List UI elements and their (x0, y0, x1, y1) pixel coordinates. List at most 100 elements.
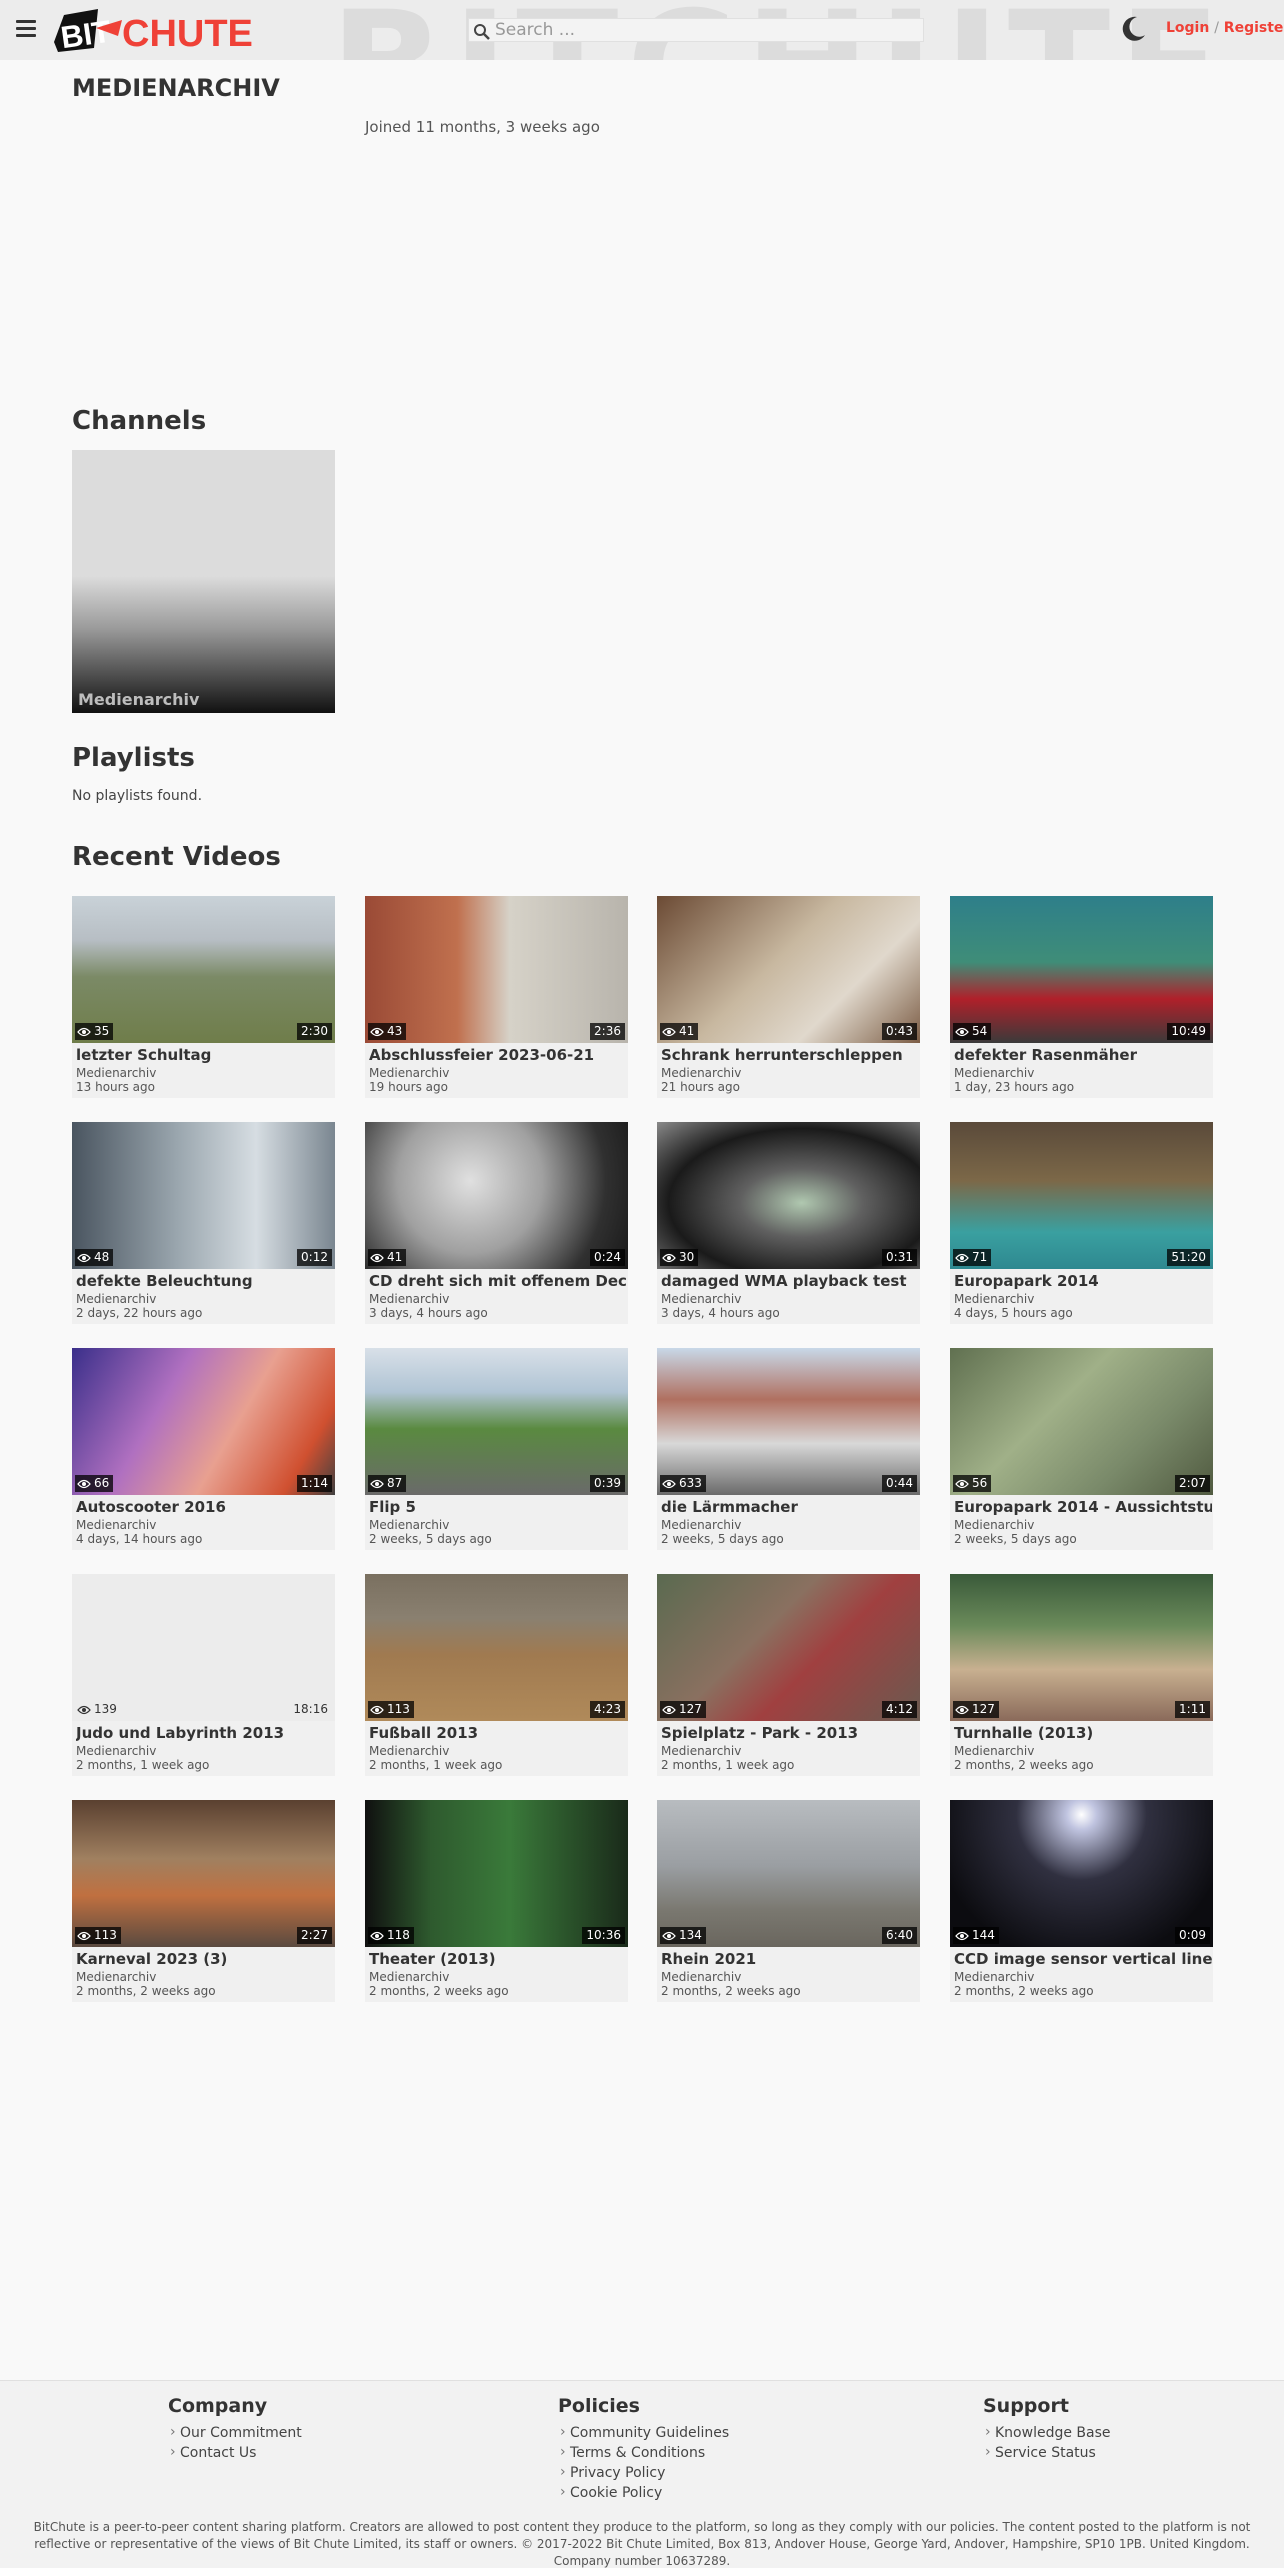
video-channel[interactable]: Medienarchiv (369, 1744, 449, 1758)
video-card[interactable]: 41 0:43 Schrank herrunterschleppen Medienar… (657, 896, 920, 1098)
video-thumbnail[interactable] (365, 1122, 628, 1269)
video-channel[interactable]: Medienarchiv (661, 1744, 741, 1758)
video-title[interactable]: Theater (2013) (369, 1950, 627, 1968)
video-thumbnail[interactable] (657, 1574, 920, 1721)
video-title[interactable]: Karneval 2023 (3) (76, 1950, 334, 1968)
video-card[interactable]: 41 0:24 CD dreht sich mit offenem Deckel Me… (365, 1122, 628, 1324)
video-title[interactable]: die Lärmmacher (661, 1498, 919, 1516)
video-title[interactable]: Europapark 2014 (954, 1272, 1212, 1290)
video-channel[interactable]: Medienarchiv (76, 1066, 156, 1080)
video-title[interactable]: defekter Rasenmäher (954, 1046, 1212, 1064)
video-channel[interactable]: Medienarchiv (369, 1518, 449, 1532)
video-thumbnail[interactable] (72, 1122, 335, 1269)
footer-link-service-status[interactable]: Service Status (983, 2442, 1111, 2463)
video-channel[interactable]: Medienarchiv (954, 1744, 1034, 1758)
video-card[interactable]: 633 0:44 die Lärmmacher Medienarchiv 2 weeks… (657, 1348, 920, 1550)
video-channel[interactable]: Medienarchiv (954, 1066, 1034, 1080)
video-channel[interactable]: Medienarchiv (661, 1518, 741, 1532)
video-thumbnail[interactable] (950, 1348, 1213, 1495)
footer-link-terms[interactable]: Terms & Conditions (558, 2442, 729, 2463)
video-title[interactable]: CCD image sensor vertical lines (954, 1950, 1212, 1968)
video-channel[interactable]: Medienarchiv (369, 1066, 449, 1080)
login-link[interactable]: Login (1166, 20, 1209, 36)
video-card[interactable]: 144 0:09 CCD image sensor vertical lines Me… (950, 1800, 1213, 2002)
video-title[interactable]: Spielplatz - Park - 2013 (661, 1724, 919, 1742)
video-title[interactable]: Europapark 2014 - Aussichtsturm (954, 1498, 1212, 1516)
video-channel[interactable]: Medienarchiv (954, 1292, 1034, 1306)
video-duration: 0:39 (590, 1475, 625, 1492)
footer-link-our-commitment[interactable]: Our Commitment (168, 2422, 302, 2443)
dark-mode-moon-icon[interactable] (1118, 14, 1148, 44)
search-bar[interactable] (468, 18, 924, 42)
video-card[interactable]: 113 2:27 Karneval 2023 (3) Medienarchiv 2 mo… (72, 1800, 335, 2002)
video-card[interactable]: 87 0:39 Flip 5 Medienarchiv 2 weeks, 5 days … (365, 1348, 628, 1550)
video-title[interactable]: Fußball 2013 (369, 1724, 627, 1742)
footer-link-community-guidelines[interactable]: Community Guidelines (558, 2422, 729, 2443)
video-card[interactable]: 139 18:16 Judo und Labyrinth 2013 Medienarc… (72, 1574, 335, 1776)
video-card[interactable]: 71 51:20 Europapark 2014 Medienarchiv 4 days… (950, 1122, 1213, 1324)
video-thumbnail[interactable] (72, 896, 335, 1043)
video-thumbnail[interactable] (365, 1574, 628, 1721)
video-channel[interactable]: Medienarchiv (954, 1518, 1034, 1532)
video-channel[interactable]: Medienarchiv (369, 1970, 449, 1984)
video-card[interactable]: 30 0:31 damaged WMA playback test Medienarc… (657, 1122, 920, 1324)
video-title[interactable]: Schrank herrunterschleppen (661, 1046, 919, 1064)
hamburger-menu-icon[interactable] (16, 20, 36, 38)
footer-link-knowledge-base[interactable]: Knowledge Base (983, 2422, 1111, 2443)
search-input[interactable] (495, 19, 915, 41)
video-channel[interactable]: Medienarchiv (661, 1292, 741, 1306)
video-card[interactable]: 66 1:14 Autoscooter 2016 Medienarchiv 4 days… (72, 1348, 335, 1550)
video-title[interactable]: Autoscooter 2016 (76, 1498, 334, 1516)
video-card[interactable]: 127 4:12 Spielplatz - Park - 2013 Medienarc… (657, 1574, 920, 1776)
video-card[interactable]: 113 4:23 Fußball 2013 Medienarchiv 2 months,… (365, 1574, 628, 1776)
video-thumbnail[interactable] (657, 1122, 920, 1269)
video-title[interactable]: damaged WMA playback test (661, 1272, 919, 1290)
video-thumbnail[interactable] (950, 1574, 1213, 1721)
video-thumbnail[interactable] (365, 1800, 628, 1947)
video-thumbnail[interactable] (657, 896, 920, 1043)
video-channel[interactable]: Medienarchiv (76, 1744, 156, 1758)
video-channel[interactable]: Medienarchiv (954, 1970, 1034, 1984)
video-title[interactable]: letzter Schultag (76, 1046, 334, 1064)
video-title[interactable]: Flip 5 (369, 1498, 627, 1516)
channel-card[interactable]: Medienarchiv (72, 450, 335, 713)
video-thumbnail[interactable] (950, 896, 1213, 1043)
video-thumbnail[interactable] (657, 1800, 920, 1947)
video-title[interactable]: CD dreht sich mit offenem Deckel (369, 1272, 627, 1290)
video-channel[interactable]: Medienarchiv (76, 1292, 156, 1306)
video-thumbnail[interactable] (72, 1348, 335, 1495)
video-thumbnail[interactable] (365, 1348, 628, 1495)
video-card[interactable]: 35 2:30 letzter Schultag Medienarchiv 13 hou… (72, 896, 335, 1098)
video-card[interactable]: 54 10:49 defekter Rasenmäher Medienarchiv 1 … (950, 896, 1213, 1098)
video-title[interactable]: Judo und Labyrinth 2013 (76, 1724, 334, 1742)
video-duration: 2:27 (297, 1927, 332, 1944)
video-channel[interactable]: Medienarchiv (661, 1970, 741, 1984)
video-channel[interactable]: Medienarchiv (76, 1970, 156, 1984)
video-card[interactable]: 134 6:40 Rhein 2021 Medienarchiv 2 months, 2… (657, 1800, 920, 2002)
video-channel[interactable]: Medienarchiv (369, 1292, 449, 1306)
svg-text:CHUTE: CHUTE (122, 13, 253, 54)
video-card[interactable]: 118 10:36 Theater (2013) Medienarchiv 2 mont… (365, 1800, 628, 2002)
register-link[interactable]: Register (1224, 20, 1284, 36)
video-channel[interactable]: Medienarchiv (661, 1066, 741, 1080)
video-card[interactable]: 56 2:07 Europapark 2014 - Aussichtsturm Med… (950, 1348, 1213, 1550)
footer-link-cookie[interactable]: Cookie Policy (558, 2482, 729, 2503)
footer-link-contact-us[interactable]: Contact Us (168, 2442, 302, 2463)
bitchute-logo[interactable]: BIT CHUTE (52, 6, 284, 54)
video-title[interactable]: Turnhalle (2013) (954, 1724, 1212, 1742)
video-title[interactable]: defekte Beleuchtung (76, 1272, 334, 1290)
video-card[interactable]: 127 1:11 Turnhalle (2013) Medienarchiv 2 mon… (950, 1574, 1213, 1776)
view-count-value: 87 (387, 1476, 403, 1490)
video-title[interactable]: Abschlussfeier 2023-06-21 (369, 1046, 627, 1064)
video-title[interactable]: Rhein 2021 (661, 1950, 919, 1968)
video-thumbnail[interactable] (72, 1800, 335, 1947)
video-card[interactable]: 43 2:36 Abschlussfeier 2023-06-21 Medienarc… (365, 896, 628, 1098)
footer-link-privacy[interactable]: Privacy Policy (558, 2462, 729, 2483)
video-thumbnail[interactable] (365, 896, 628, 1043)
video-channel[interactable]: Medienarchiv (76, 1518, 156, 1532)
video-card[interactable]: 48 0:12 defekte Beleuchtung Medienarchiv 2 d… (72, 1122, 335, 1324)
video-thumbnail[interactable] (950, 1800, 1213, 1947)
video-thumbnail[interactable] (72, 1574, 335, 1721)
video-thumbnail[interactable] (950, 1122, 1213, 1269)
video-thumbnail[interactable] (657, 1348, 920, 1495)
